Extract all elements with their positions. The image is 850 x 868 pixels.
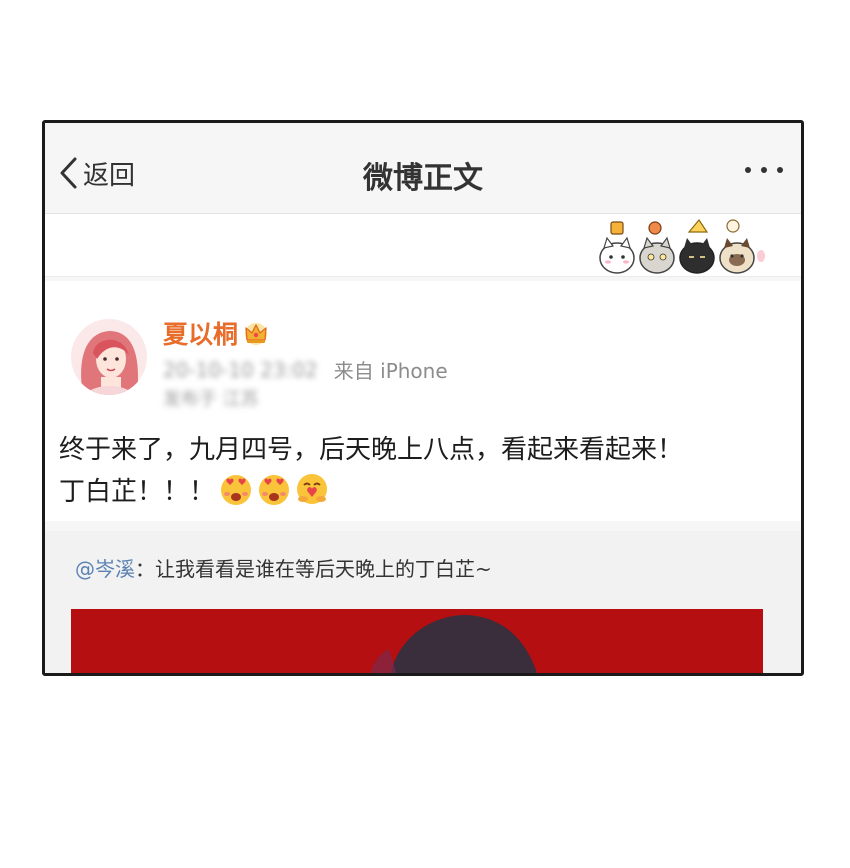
post-content-line1: 终于来了，九月四号，后天晚上八点，看起来看起来！ xyxy=(59,435,684,465)
post-location-row: 发布于 江苏 xyxy=(163,385,259,411)
crown-icon xyxy=(245,323,268,345)
avatar[interactable] xyxy=(71,319,147,395)
repost-separator: ： xyxy=(135,557,155,581)
avatar-portrait xyxy=(71,319,147,395)
weibo-screen-panel: 返回 微博正文 夏以桐 20-10-10 23:02 来自 iPhone 发布于… xyxy=(42,120,804,676)
page-title: 微博正文 xyxy=(363,161,483,196)
heart-eyes-emoji-icon xyxy=(221,475,252,505)
post-source: 来自 iPhone xyxy=(333,359,448,383)
repost-text: 让我看看是谁在等后天晚上的丁白芷~ xyxy=(155,557,492,581)
post-content: 终于来了，九月四号，后天晚上八点，看起来看起来！ 丁白芷！！！ xyxy=(59,429,794,513)
decoration-banner xyxy=(45,214,801,277)
post-location: 发布于 江苏 xyxy=(163,389,259,410)
repost-block[interactable]: @岑溪：让我看看是谁在等后天晚上的丁白芷~ xyxy=(45,531,801,673)
post-content-line2-row: 丁白芷！！！ xyxy=(59,471,794,513)
heart-eyes-emoji-icon xyxy=(259,475,290,505)
post-meta: 20-10-10 23:02 来自 iPhone xyxy=(163,355,448,384)
repost-mention[interactable]: @岑溪 xyxy=(75,557,135,581)
post-content-line2: 丁白芷！！！ xyxy=(59,477,216,507)
weibo-post: 夏以桐 20-10-10 23:02 来自 iPhone 发布于 江苏 终于来了… xyxy=(45,281,801,521)
username-row: 夏以桐 xyxy=(163,315,270,351)
username[interactable]: 夏以桐 xyxy=(163,315,238,351)
repost-image[interactable] xyxy=(71,609,763,673)
repost-image-content xyxy=(71,609,763,673)
more-icon[interactable] xyxy=(745,167,783,173)
hug-emoji-icon xyxy=(297,474,328,504)
post-timestamp: 20-10-10 23:02 xyxy=(163,357,318,382)
repost-text-line: @岑溪：让我看看是谁在等后天晚上的丁白芷~ xyxy=(75,553,492,582)
nav-bar: 返回 微博正文 xyxy=(45,123,801,214)
cats-banner-decoration xyxy=(599,218,765,274)
